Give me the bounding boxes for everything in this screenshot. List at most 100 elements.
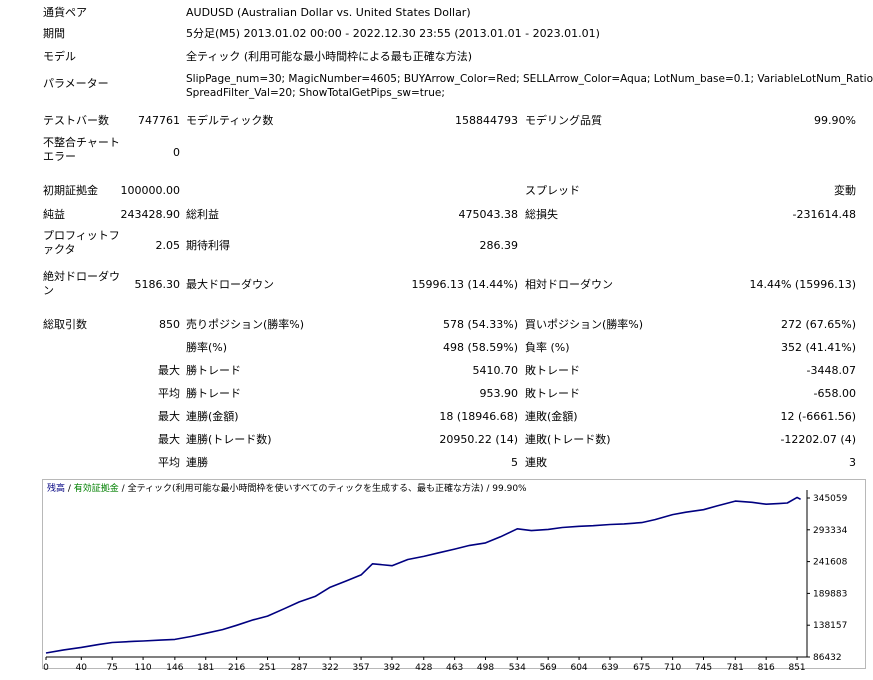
max-drawdown-label: 最大ドローダウン <box>186 278 274 291</box>
quality-label: モデリング品質 <box>525 114 602 127</box>
avg-win-label: 勝トレード <box>186 387 241 400</box>
x-tick-label: 251 <box>259 663 276 670</box>
total-trades-value: 850 <box>159 318 180 331</box>
params-line-2: SpreadFilter_Val=20; ShowTotalGetPips_sw… <box>186 87 445 99</box>
long-positions-label: 買いポジション(勝率%) <box>525 318 644 331</box>
mismatch-label: 不整合チャートエラー <box>43 136 120 163</box>
x-tick-label: 745 <box>695 663 712 670</box>
gross-loss-value: -231614.48 <box>792 208 856 221</box>
ticks-label: モデルティック数 <box>186 114 274 127</box>
period-value: 5分足(M5) 2013.01.02 00:00 - 2022.12.30 23… <box>186 27 600 40</box>
abs-drawdown-value: 5186.30 <box>134 278 181 291</box>
x-tick-label: 604 <box>570 663 587 670</box>
y-tick-label: 189883 <box>813 589 847 599</box>
y-tick-label: 138157 <box>813 621 847 631</box>
avg-loss-value: -658.00 <box>813 387 856 400</box>
x-tick-label: 146 <box>166 663 183 670</box>
average-label: 平均 <box>158 387 180 400</box>
largest-label-2: 最大 <box>158 410 180 423</box>
ticks-value: 158844793 <box>455 114 518 127</box>
x-tick-label: 40 <box>76 663 88 670</box>
x-tick-label: 322 <box>322 663 339 670</box>
rel-drawdown-value: 14.44% (15996.13) <box>749 278 856 291</box>
x-tick-label: 534 <box>509 663 526 670</box>
largest-label: 最大 <box>158 364 180 377</box>
cons-wins-amount-label: 連勝(金額) <box>186 410 239 423</box>
profit-factor-label: プロフィットファクタ <box>43 229 120 256</box>
largest-loss-value: -3448.07 <box>806 364 856 377</box>
spread-label: スプレッド <box>525 184 580 197</box>
loss-rate-value: 352 (41.41%) <box>780 341 856 354</box>
avg-cons-losses-label: 連敗 <box>525 456 547 469</box>
spread-value: 変動 <box>834 184 856 197</box>
max-drawdown-value: 15996.13 (14.44%) <box>411 278 518 291</box>
profit-factor-value: 2.05 <box>155 239 181 252</box>
x-tick-label: 781 <box>727 663 744 670</box>
y-tick-label: 345059 <box>813 494 848 504</box>
total-trades-label: 総取引数 <box>43 318 87 331</box>
gross-profit-label: 総利益 <box>186 208 219 221</box>
cons-losses-amount-value: 12 (-6661.56) <box>780 410 856 423</box>
cons-wins-count-value: 20950.22 (14) <box>439 433 518 446</box>
x-tick-label: 287 <box>291 663 308 670</box>
balance-chart: 残高 / 有効証拠金 / 全ティック(利用可能な最小時間枠を使いすべてのティック… <box>42 479 866 670</box>
y-tick-label: 86432 <box>813 653 842 663</box>
x-tick-label: 816 <box>758 663 775 670</box>
model-label: モデル <box>43 50 76 63</box>
largest-win-label: 勝トレード <box>186 364 241 377</box>
rel-drawdown-label: 相対ドローダウン <box>525 278 613 291</box>
symbol-label: 通貨ペア <box>43 6 87 19</box>
x-tick-label: 851 <box>788 663 805 670</box>
x-tick-label: 357 <box>352 663 369 670</box>
chart-canvas: 0 40 75 110 146 181 216 251 287 322 357 392 428 463 49… <box>43 490 848 670</box>
deposit-label: 初期証拠金 <box>43 184 98 197</box>
bars-label: テストバー数 <box>43 114 109 127</box>
avg-loss-label: 敗トレード <box>525 387 580 400</box>
balance-line <box>45 496 801 654</box>
x-tick-label: 498 <box>477 663 494 670</box>
x-tick-label: 216 <box>228 663 245 670</box>
long-positions-value: 272 (67.65%) <box>780 318 856 331</box>
net-profit-value: 243428.90 <box>120 208 181 221</box>
y-tick-label: 241608 <box>813 558 848 568</box>
gross-loss-label: 総損失 <box>525 208 558 221</box>
loss-rate-label: 負率 (%) <box>525 341 570 354</box>
win-rate-value: 498 (58.59%) <box>442 341 518 354</box>
largest-loss-label: 敗トレード <box>525 364 580 377</box>
x-tick-label: 75 <box>106 663 117 670</box>
x-tick-label: 181 <box>197 663 214 670</box>
largest-win-value: 5410.70 <box>472 364 519 377</box>
net-profit-label: 純益 <box>43 208 65 221</box>
avg-win-value: 953.90 <box>479 387 519 400</box>
x-tick-label: 639 <box>601 663 618 670</box>
gross-profit-value: 475043.38 <box>458 208 519 221</box>
short-positions-value: 578 (54.33%) <box>442 318 518 331</box>
params-label: パラメーター <box>43 77 109 90</box>
x-tick-label: 710 <box>664 663 681 670</box>
expected-payoff-value: 286.39 <box>479 239 519 252</box>
x-tick-label: 0 <box>43 663 49 670</box>
x-tick-label: 675 <box>633 663 650 670</box>
cons-losses-amount-label: 連敗(金額) <box>525 410 578 423</box>
period-label: 期間 <box>43 27 65 40</box>
cons-wins-count-label: 連勝(トレード数) <box>186 433 272 446</box>
deposit-value: 100000.00 <box>120 184 181 197</box>
average-label-2: 平均 <box>158 456 180 469</box>
mismatch-value: 0 <box>173 146 180 159</box>
symbol-value: AUDUSD (Australian Dollar vs. United Sta… <box>186 6 471 19</box>
model-value: 全ティック (利用可能な最小時間枠による最も正確な方法) <box>186 50 473 63</box>
x-tick-label: 428 <box>415 663 432 670</box>
largest-label-3: 最大 <box>158 433 180 446</box>
avg-cons-losses-value: 3 <box>849 456 856 469</box>
win-rate-label: 勝率(%) <box>186 341 228 354</box>
short-positions-label: 売りポジション(勝率%) <box>186 318 305 331</box>
quality-value: 99.90% <box>814 114 856 127</box>
cons-wins-amount-value: 18 (18946.68) <box>439 410 518 423</box>
x-tick-label: 463 <box>446 663 463 670</box>
x-tick-label: 392 <box>383 663 400 670</box>
cons-losses-count-label: 連敗(トレード数) <box>525 433 611 446</box>
x-tick-label: 569 <box>540 663 557 670</box>
expected-payoff-label: 期待利得 <box>186 239 230 252</box>
cons-losses-count-value: -12202.07 (4) <box>780 433 856 446</box>
params-line-1: SlipPage_num=30; MagicNumber=4605; BUYAr… <box>186 73 873 85</box>
